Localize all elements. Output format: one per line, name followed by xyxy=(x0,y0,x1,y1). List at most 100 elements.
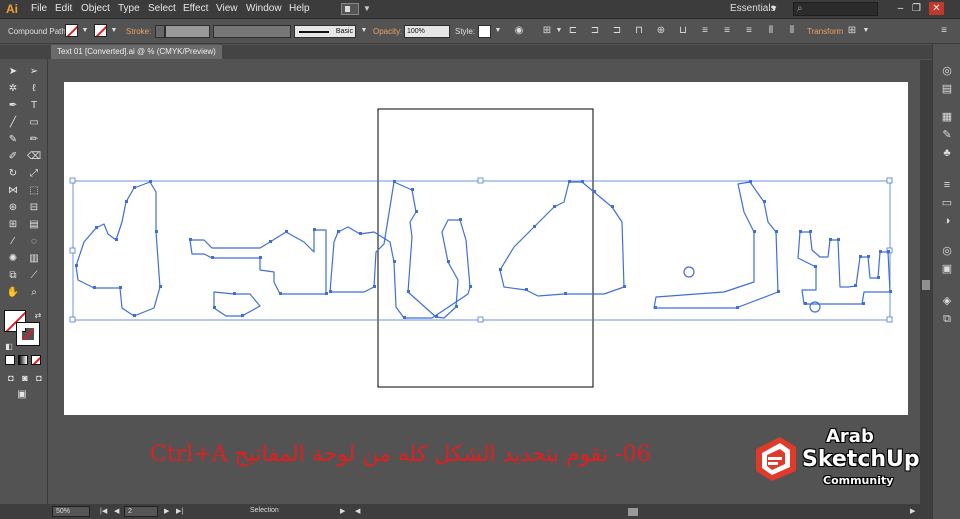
distribute-bottom-icon[interactable]: ≡ xyxy=(743,25,755,37)
search-input[interactable]: ⌕ xyxy=(793,2,878,16)
appearance-icon[interactable]: ◎ xyxy=(940,244,954,258)
chevron-down-icon[interactable]: ▼ xyxy=(770,4,778,13)
chevron-down-icon[interactable]: ▼ xyxy=(860,25,872,37)
zoom-tool-icon[interactable]: ⌕ xyxy=(27,286,41,300)
draw-inside-icon[interactable]: ◘ xyxy=(32,371,46,385)
eyedropper-tool-icon[interactable]: ⁄ xyxy=(6,235,20,249)
align-middle-icon[interactable]: ⊕ xyxy=(655,25,667,37)
stroke-label[interactable]: Stroke: xyxy=(126,27,151,36)
opacity-field[interactable]: 100% xyxy=(404,25,450,38)
last-artboard-icon[interactable]: ▶| xyxy=(176,507,183,515)
align-to-selection-icon[interactable]: ⊞ xyxy=(541,25,553,37)
minimize-icon[interactable]: – xyxy=(893,2,908,15)
draw-behind-icon[interactable]: ◙ xyxy=(18,371,32,385)
horizontal-scroll-thumb[interactable] xyxy=(628,508,638,516)
graphic-style-swatch[interactable] xyxy=(478,25,491,38)
brushes-icon[interactable]: ✎ xyxy=(940,128,954,142)
transform-link[interactable]: Transform xyxy=(807,27,843,36)
close-icon[interactable]: ✕ xyxy=(929,2,944,15)
mesh-tool-icon[interactable]: ⊞ xyxy=(6,218,20,232)
default-fill-stroke-icon[interactable]: ◧ xyxy=(2,340,16,354)
selection-tool-icon[interactable]: ➤ xyxy=(6,65,20,79)
previous-artboard-icon[interactable]: ◀ xyxy=(114,507,119,515)
type-tool-icon[interactable]: T xyxy=(27,99,41,113)
chevron-down-icon[interactable]: ▼ xyxy=(553,25,565,37)
slice-tool-icon[interactable]: ⟋ xyxy=(27,269,41,283)
document-tab[interactable]: Text 01 [Converted].ai @ % (CMYK/Preview… xyxy=(51,45,222,59)
color-mode-icon[interactable] xyxy=(5,355,15,365)
graphic-styles-icon[interactable]: ▣ xyxy=(940,262,954,276)
menu-view[interactable]: View xyxy=(216,3,238,14)
chevron-down-icon[interactable]: ▼ xyxy=(492,25,504,37)
scroll-thumb[interactable] xyxy=(922,280,930,290)
stroke-weight-field[interactable] xyxy=(165,25,210,38)
hand-tool-icon[interactable]: ✋ xyxy=(6,286,20,300)
free-transform-tool-icon[interactable]: ⬚ xyxy=(27,184,41,198)
arrange-documents-icon[interactable] xyxy=(341,3,359,15)
menu-type[interactable]: Type xyxy=(118,3,140,14)
menu-select[interactable]: Select xyxy=(148,3,176,14)
align-right-icon[interactable]: ⊐ xyxy=(611,25,623,37)
artboard[interactable] xyxy=(64,82,908,415)
color-guide-icon[interactable]: ▤ xyxy=(940,82,954,96)
distribute-left-icon[interactable]: ⫴ xyxy=(765,25,777,37)
menu-edit[interactable]: Edit xyxy=(55,3,72,14)
opacity-label[interactable]: Opacity: xyxy=(373,27,402,36)
pencil-tool-icon[interactable]: ✏ xyxy=(27,133,41,147)
menu-object[interactable]: Object xyxy=(81,3,110,14)
stroke-panel-icon[interactable]: ≡ xyxy=(940,178,954,192)
rectangle-tool-icon[interactable]: ▭ xyxy=(27,116,41,130)
isolate-icon[interactable]: ⊞ xyxy=(846,25,858,37)
next-artboard-icon[interactable]: ▶ xyxy=(164,507,169,515)
pen-tool-icon[interactable]: ✒ xyxy=(6,99,20,113)
gradient-panel-icon[interactable]: ▭ xyxy=(940,196,954,210)
line-tool-icon[interactable]: ╱ xyxy=(6,116,20,130)
direct-selection-tool-icon[interactable]: ➢ xyxy=(27,65,41,79)
align-bottom-icon[interactable]: ⊔ xyxy=(677,25,689,37)
scale-tool-icon[interactable]: ⤢ xyxy=(27,167,41,181)
artboard-tool-icon[interactable]: ⧉ xyxy=(6,269,20,283)
first-artboard-icon[interactable]: |◀ xyxy=(100,507,107,515)
distribute-top-icon[interactable]: ≡ xyxy=(699,25,711,37)
gradient-tool-icon[interactable]: ▤ xyxy=(27,218,41,232)
draw-normal-icon[interactable]: ◘ xyxy=(4,371,18,385)
shape-builder-tool-icon[interactable]: ⊛ xyxy=(6,201,20,215)
rotate-tool-icon[interactable]: ↻ xyxy=(6,167,20,181)
workspace-switcher[interactable]: Essentials xyxy=(730,3,776,14)
screen-mode-icon[interactable]: ▣ xyxy=(15,388,29,402)
align-center-icon[interactable]: ⊐ xyxy=(589,25,601,37)
eraser-tool-icon[interactable]: ⌫ xyxy=(27,150,41,164)
stroke-weight-stepper[interactable] xyxy=(155,25,165,38)
recolor-artwork-icon[interactable]: ◉ xyxy=(513,25,525,37)
distribute-hcenter-icon[interactable]: ⫴ xyxy=(786,25,798,37)
lasso-tool-icon[interactable]: ℓ xyxy=(27,82,41,96)
menu-effect[interactable]: Effect xyxy=(183,3,208,14)
align-top-icon[interactable]: ⊓ xyxy=(633,25,645,37)
menu-file[interactable]: File xyxy=(31,3,47,14)
swap-fill-stroke-icon[interactable]: ⇄ xyxy=(31,309,45,323)
artboard-number-field[interactable]: 2 xyxy=(124,506,158,517)
scroll-right-icon[interactable]: ▶ xyxy=(910,507,915,515)
perspective-grid-tool-icon[interactable]: ⊟ xyxy=(27,201,41,215)
layers-icon[interactable]: ◈ xyxy=(940,294,954,308)
menu-help[interactable]: Help xyxy=(289,3,310,14)
scroll-left-icon[interactable]: ◀ xyxy=(355,507,360,515)
magic-wand-tool-icon[interactable]: ✲ xyxy=(6,82,20,96)
symbols-icon[interactable]: ♣ xyxy=(940,146,954,160)
paintbrush-tool-icon[interactable]: ✎ xyxy=(6,133,20,147)
transparency-icon[interactable]: ◑ xyxy=(940,214,954,228)
status-menu-icon[interactable]: ▶ xyxy=(340,507,345,515)
swatches-icon[interactable]: ▦ xyxy=(940,110,954,124)
fill-swatch[interactable] xyxy=(65,24,78,37)
variable-width-profile[interactable] xyxy=(213,25,291,38)
blob-brush-tool-icon[interactable]: ✐ xyxy=(6,150,20,164)
stroke-color-box[interactable] xyxy=(16,322,40,346)
chevron-down-icon[interactable]: ▼ xyxy=(108,25,120,37)
blend-tool-icon[interactable]: ◌ xyxy=(27,235,41,249)
color-panel-icon[interactable]: ◎ xyxy=(940,64,954,78)
gradient-mode-icon[interactable] xyxy=(18,355,28,365)
distribute-center-icon[interactable]: ≡ xyxy=(721,25,733,37)
width-tool-icon[interactable]: ⋈ xyxy=(6,184,20,198)
stroke-swatch[interactable] xyxy=(94,24,107,37)
column-graph-tool-icon[interactable]: ▥ xyxy=(27,252,41,266)
